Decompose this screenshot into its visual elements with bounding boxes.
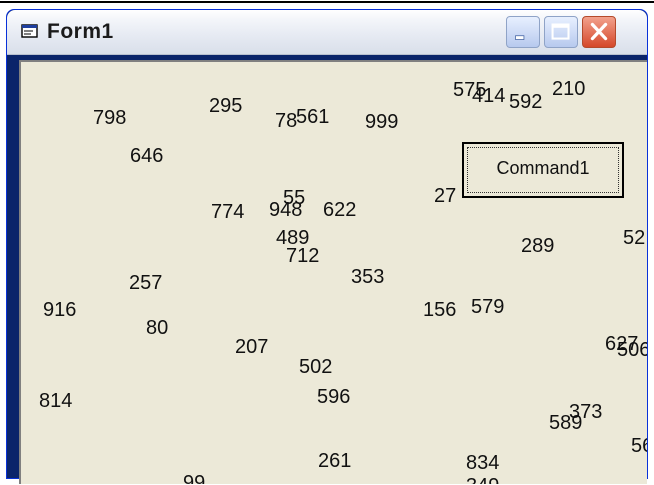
command1-label: Command1 <box>496 158 590 178</box>
number-label: 99 <box>183 472 206 484</box>
number-label: 712 <box>286 245 320 267</box>
number-label: 207 <box>235 336 269 358</box>
number-label: 592 <box>509 91 543 113</box>
form-client-area[interactable]: 798 295 646 78 561 999 575 414 592 210 7… <box>19 60 647 484</box>
number-label: 579 <box>471 296 505 318</box>
command1-button[interactable]: Command1 <box>462 142 624 198</box>
number-label: 916 <box>43 299 77 321</box>
number-label: 78 <box>275 110 298 132</box>
number-label: 948 <box>269 199 303 221</box>
number-label: 561 <box>296 106 330 128</box>
number-label: 834 <box>466 452 500 474</box>
number-label: 80 <box>146 317 169 339</box>
title-bar[interactable]: Form1 <box>7 10 647 55</box>
maximize-button[interactable] <box>544 16 578 48</box>
number-label: 295 <box>209 95 243 117</box>
number-label: 289 <box>521 235 555 257</box>
number-label: 502 <box>299 356 333 378</box>
form-window: Form1 798 295 646 78 561 999 575 414 592… <box>6 9 648 484</box>
number-label: 257 <box>129 272 163 294</box>
window-title: Form1 <box>47 20 114 43</box>
minimize-button[interactable] <box>506 16 540 48</box>
maximize-icon <box>551 23 570 40</box>
number-label: 261 <box>318 450 352 472</box>
number-label: 622 <box>323 199 357 221</box>
number-label: 999 <box>365 111 399 133</box>
number-label: 52 <box>623 227 646 249</box>
number-label: 353 <box>351 266 385 288</box>
number-label: 506 <box>617 339 647 361</box>
number-label: 596 <box>317 386 351 408</box>
number-label: 27 <box>434 185 457 207</box>
close-icon <box>590 22 608 41</box>
number-label: 56 <box>631 435 647 457</box>
number-label: 349 <box>466 476 499 484</box>
minimize-icon <box>515 35 525 40</box>
number-label: 798 <box>93 107 127 129</box>
number-label: 774 <box>211 201 245 223</box>
number-label: 210 <box>552 78 586 100</box>
top-border-line <box>0 1 654 3</box>
number-label: 646 <box>130 145 164 167</box>
number-label: 589 <box>549 412 583 434</box>
number-label: 156 <box>423 299 457 321</box>
number-label: 814 <box>39 390 73 412</box>
close-button[interactable] <box>582 16 616 48</box>
form-icon <box>21 24 38 38</box>
number-label: 414 <box>472 85 506 107</box>
